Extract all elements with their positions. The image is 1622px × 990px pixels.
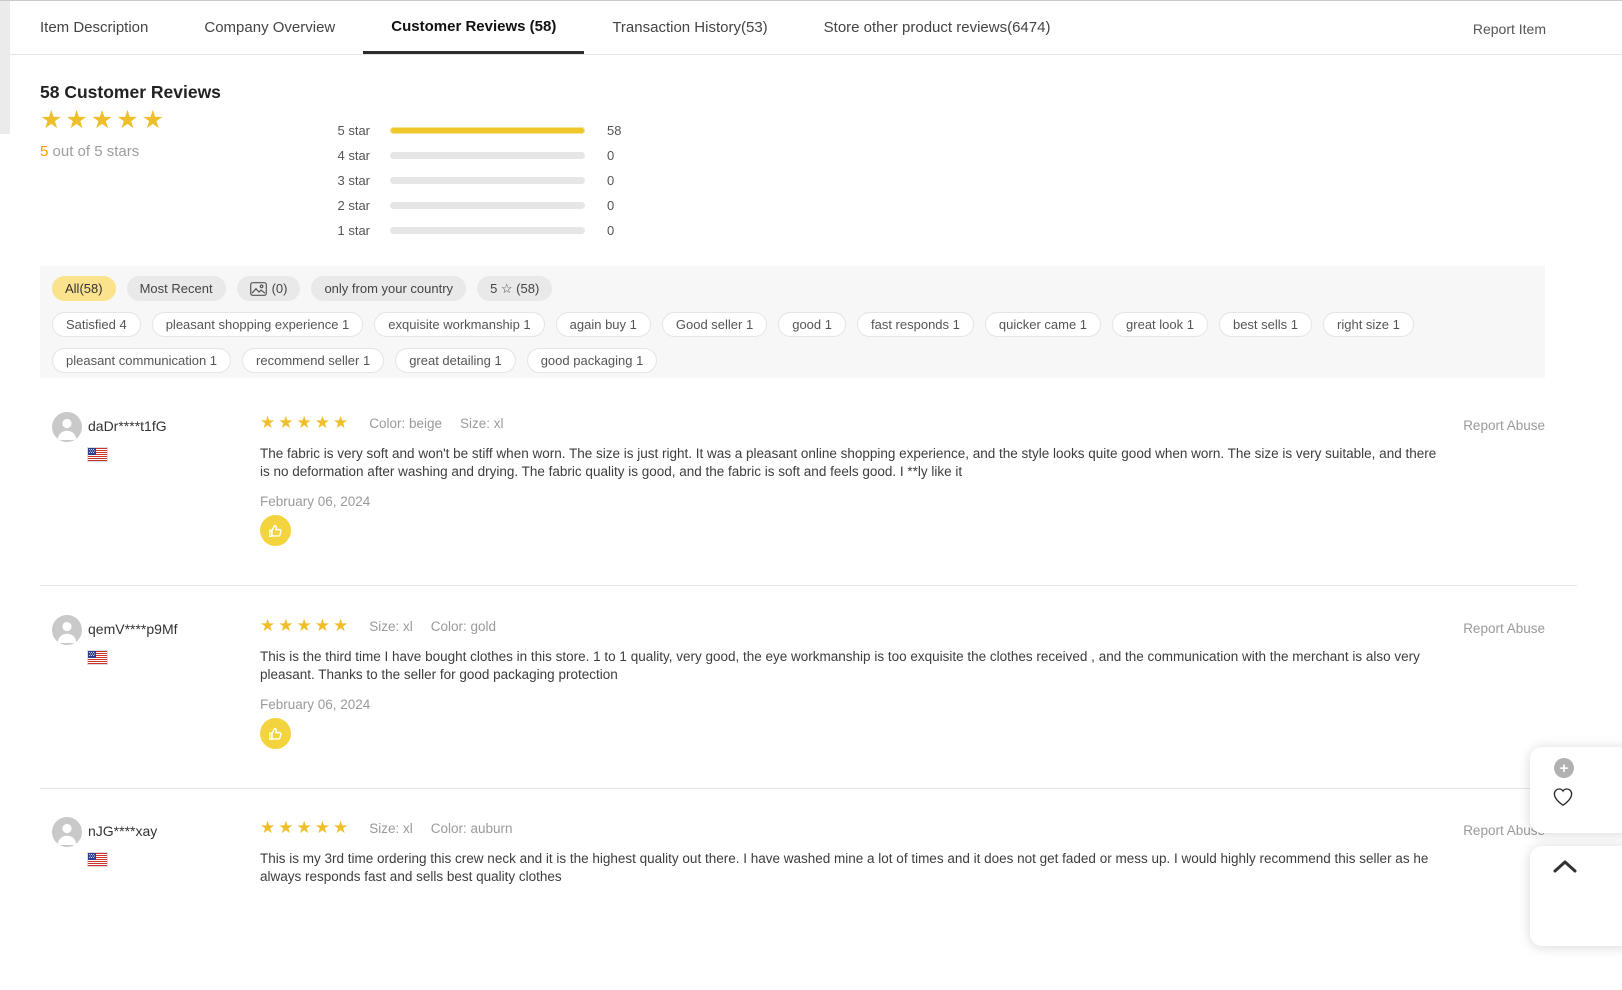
histogram-row: 4 star 0 [330, 143, 621, 168]
tag-chip-recommend-seller-1[interactable]: recommend seller 1 [242, 348, 384, 373]
histogram-bar [390, 127, 585, 134]
histogram-label: 2 star [330, 198, 370, 213]
review-text: This is my 3rd time ordering this crew n… [260, 850, 1445, 885]
tag-chip-best-sells-1[interactable]: best sells 1 [1219, 312, 1312, 337]
tag-chip-great-look-1[interactable]: great look 1 [1112, 312, 1208, 337]
tag-chip-fast-responds-1[interactable]: fast responds 1 [857, 312, 974, 337]
tag-chip-pleasant-communication-1[interactable]: pleasant communication 1 [52, 348, 231, 373]
histogram-bar [390, 152, 585, 159]
histogram-label: 4 star [330, 148, 370, 163]
tag-chip-good-packaging-1[interactable]: good packaging 1 [527, 348, 658, 373]
review-date: February 06, 2024 [260, 494, 370, 509]
review-date: February 06, 2024 [260, 697, 370, 712]
tag-chip-good-seller-1[interactable]: Good seller 1 [662, 312, 767, 337]
score-number: 5 [40, 143, 48, 160]
review-variant: Size: xl [369, 619, 413, 634]
review-variant: Color: gold [431, 619, 496, 634]
plus-icon[interactable]: + [1554, 758, 1574, 778]
histogram-bar [390, 177, 585, 184]
reviewer-name: qemV****p9Mf [88, 621, 178, 637]
report-abuse-link[interactable]: Report Abuse [1463, 418, 1545, 433]
user-avatar-icon [52, 412, 82, 442]
review-text: This is the third time I have bought clo… [260, 648, 1445, 683]
us-flag-icon [88, 651, 107, 664]
floating-actions-card: + [1530, 747, 1622, 833]
review-stars-icon: ★★★★★ [260, 618, 351, 635]
tag-chip-great-detailing-1[interactable]: great detailing 1 [395, 348, 516, 373]
score-suffix: out of 5 stars [53, 143, 140, 160]
rating-histogram: 5 star 58 4 star 0 3 star 0 2 star 0 1 star 0 [330, 118, 621, 243]
filter-chip-only-from-your-country[interactable]: only from your country [311, 276, 466, 301]
histogram-label: 3 star [330, 173, 370, 188]
tab-customer-reviews-58[interactable]: Customer Reviews (58) [363, 1, 584, 54]
histogram-count: 0 [607, 173, 614, 188]
tag-chip-row: Satisfied 4 pleasant shopping experience … [52, 312, 1533, 373]
filter-chip-0[interactable]: (0) [237, 276, 301, 301]
histogram-bar [390, 202, 585, 209]
report-item-link[interactable]: Report Item [1473, 21, 1546, 37]
tag-chip-right-size-1[interactable]: right size 1 [1323, 312, 1414, 337]
filter-chip-row: All(58) Most Recent (0) only from your coun… [52, 276, 1533, 301]
histogram-count: 0 [607, 198, 614, 213]
review-stars-icon: ★★★★★ [260, 820, 351, 837]
tag-chip-pleasant-shopping-experience-1[interactable]: pleasant shopping experience 1 [152, 312, 364, 337]
overall-score: 5 out of 5 stars [40, 143, 139, 160]
review-header: ★★★★★ Size: xl Color: auburn [260, 820, 513, 837]
review-divider [40, 788, 1577, 789]
review-filters-panel: All(58) Most Recent (0) only from your coun… [40, 266, 1545, 378]
histogram-row: 3 star 0 [330, 168, 621, 193]
histogram-bar [390, 227, 585, 234]
review-stars-icon: ★★★★★ [260, 415, 351, 432]
histogram-row: 2 star 0 [330, 193, 621, 218]
review-header: ★★★★★ Size: xl Color: gold [260, 618, 496, 635]
review-variant: Size: xl [369, 821, 413, 836]
image-icon [250, 282, 267, 296]
thumbs-up-icon[interactable] [260, 718, 291, 749]
report-abuse-link[interactable]: Report Abuse [1463, 621, 1545, 636]
tab-item-description[interactable]: Item Description [12, 1, 176, 54]
tag-chip-again-buy-1[interactable]: again buy 1 [556, 312, 651, 337]
histogram-row: 5 star 58 [330, 118, 621, 143]
tab-transaction-history-53[interactable]: Transaction History(53) [584, 1, 795, 54]
thumbs-up-icon[interactable] [260, 515, 291, 546]
tab-store-other-product-reviews-6474[interactable]: Store other product reviews(6474) [796, 1, 1079, 54]
tag-chip-quicker-came-1[interactable]: quicker came 1 [985, 312, 1101, 337]
overall-rating-stars-icon: ★★★★★ [40, 106, 167, 134]
filter-chip-most-recent[interactable]: Most Recent [127, 276, 226, 301]
us-flag-icon [88, 853, 107, 866]
reviewer-name: daDr****t1fG [88, 418, 167, 434]
review-item: daDr****t1fG ★★★★★ Color: beige Size: xl The… [0, 405, 1622, 585]
histogram-count: 0 [607, 223, 614, 238]
histogram-label: 5 star [330, 123, 370, 138]
us-flag-icon [88, 448, 107, 461]
histogram-count: 0 [607, 148, 614, 163]
histogram-count: 58 [607, 123, 621, 138]
reviews-summary-title: 58 Customer Reviews [40, 82, 221, 103]
tag-chip-satisfied-4[interactable]: Satisfied 4 [52, 312, 141, 337]
review-text: The fabric is very soft and won't be sti… [260, 445, 1445, 480]
review-header: ★★★★★ Color: beige Size: xl [260, 415, 504, 432]
review-variant: Color: auburn [431, 821, 513, 836]
reviewer-name: nJG****xay [88, 823, 157, 839]
tag-chip-exquisite-workmanship-1[interactable]: exquisite workmanship 1 [374, 312, 544, 337]
filter-chip-5-58[interactable]: 5 ☆ (58) [477, 276, 552, 301]
tag-chip-good-1[interactable]: good 1 [778, 312, 846, 337]
heart-icon[interactable] [1552, 787, 1574, 807]
back-to-top-card [1530, 846, 1622, 946]
chevron-up-icon[interactable] [1552, 859, 1578, 874]
user-avatar-icon [52, 615, 82, 645]
filter-chip-all-58[interactable]: All(58) [52, 276, 116, 301]
review-variant: Color: beige [369, 416, 442, 431]
histogram-bar-fill [390, 127, 585, 134]
review-item: qemV****p9Mf ★★★★★ Size: xl Color: gold This… [0, 608, 1622, 788]
review-variant: Size: xl [460, 416, 504, 431]
user-avatar-icon [52, 817, 82, 847]
page-left-gutter [0, 1, 10, 134]
product-tab-bar: Item DescriptionCompany OverviewCustomer… [10, 1, 1622, 55]
tab-company-overview[interactable]: Company Overview [176, 1, 363, 54]
review-item: nJG****xay ★★★★★ Size: xl Color: auburn This… [0, 810, 1622, 990]
histogram-label: 1 star [330, 223, 370, 238]
histogram-row: 1 star 0 [330, 218, 621, 243]
review-divider [40, 585, 1577, 586]
